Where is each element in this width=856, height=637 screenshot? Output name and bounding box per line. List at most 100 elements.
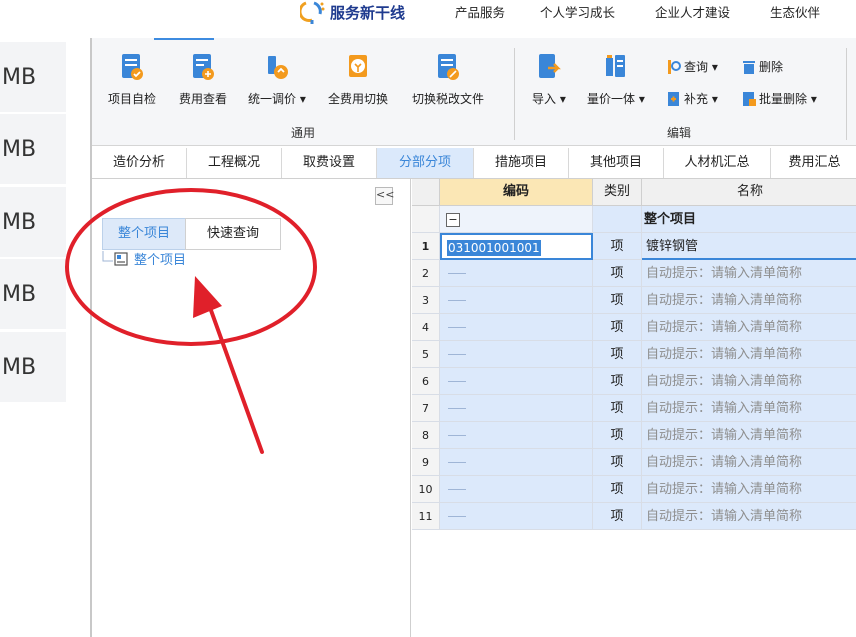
supplement-button[interactable]: 补充 ▾ bbox=[667, 90, 718, 107]
row-number: 6 bbox=[412, 368, 440, 395]
batch-delete-button[interactable]: 批量删除 ▾ bbox=[742, 90, 817, 107]
tab-labor-material-summary[interactable]: 人材机汇总 bbox=[664, 148, 771, 178]
full-cost-switch-button[interactable]: 全费用切换 bbox=[328, 52, 388, 107]
quantity-price-integration-button[interactable]: 量价一体 ▾ bbox=[587, 52, 645, 107]
code-input[interactable]: 031001001001 bbox=[440, 233, 593, 260]
code-cell[interactable] bbox=[440, 314, 593, 341]
grid-header-type[interactable]: 类别 bbox=[593, 179, 642, 206]
query-label: 查询 ▾ bbox=[684, 60, 718, 74]
type-cell[interactable]: 项 bbox=[593, 233, 642, 260]
name-cell[interactable]: 自动提示：请输入清单简称 bbox=[642, 422, 856, 449]
delete-button[interactable]: 删除 bbox=[742, 58, 783, 75]
table-row[interactable]: 1 031001001001 项 镀锌钢管 bbox=[412, 233, 856, 260]
row-number: 1 bbox=[412, 233, 440, 260]
table-row[interactable]: 3 项 自动提示：请输入清单简称 bbox=[412, 287, 856, 314]
code-cell[interactable] bbox=[440, 395, 593, 422]
type-cell[interactable]: 项 bbox=[593, 260, 642, 287]
name-cell[interactable]: 自动提示：请输入清单简称 bbox=[642, 260, 856, 287]
left-strip: MB MB MB MB MB bbox=[0, 38, 90, 637]
project-self-check-button[interactable]: 项目自检 bbox=[108, 52, 156, 107]
nav-product-services[interactable]: 产品服务 bbox=[455, 2, 505, 21]
mb-item: MB bbox=[0, 187, 66, 257]
name-cell[interactable]: 自动提示：请输入清单简称 bbox=[642, 341, 856, 368]
code-cell[interactable] bbox=[440, 422, 593, 449]
delete-label: 删除 bbox=[759, 60, 784, 74]
fee-view-button[interactable]: 费用查看 bbox=[179, 52, 227, 107]
collapse-button[interactable]: << bbox=[375, 187, 394, 205]
name-cell[interactable]: 自动提示：请输入清单简称 bbox=[642, 449, 856, 476]
code-cell[interactable] bbox=[440, 368, 593, 395]
grid-header-name[interactable]: 名称 bbox=[642, 179, 856, 206]
nav-enterprise-talent[interactable]: 企业人才建设 bbox=[655, 2, 730, 21]
unified-price-adjust-label: 统一调价 ▾ bbox=[248, 92, 306, 106]
type-cell[interactable]: 项 bbox=[593, 422, 642, 449]
type-cell[interactable]: 项 bbox=[593, 503, 642, 530]
import-button[interactable]: 导入 ▾ bbox=[532, 52, 566, 107]
nav-ecosystem-partners[interactable]: 生态伙伴 bbox=[770, 2, 820, 21]
type-cell[interactable]: 项 bbox=[593, 476, 642, 503]
subtab-whole-project[interactable]: 整个项目 bbox=[102, 218, 186, 250]
table-row[interactable]: 11 项 自动提示：请输入清单简称 bbox=[412, 503, 856, 530]
group-label-edit: 编辑 bbox=[667, 126, 692, 140]
type-cell[interactable]: 项 bbox=[593, 395, 642, 422]
project-node-icon bbox=[114, 251, 128, 266]
ribbon-active-indicator bbox=[154, 38, 214, 40]
query-button[interactable]: 查询 ▾ bbox=[667, 58, 718, 75]
name-cell[interactable]: 镀锌钢管 bbox=[642, 233, 856, 260]
table-row[interactable]: 10 项 自动提示：请输入清单简称 bbox=[412, 476, 856, 503]
name-cell[interactable]: 自动提示：请输入清单简称 bbox=[642, 476, 856, 503]
table-row[interactable]: 2 项 自动提示：请输入清单简称 bbox=[412, 260, 856, 287]
row-number: 3 bbox=[412, 287, 440, 314]
subtab-quick-query[interactable]: 快速查询 bbox=[185, 218, 281, 250]
table-row[interactable]: 8 项 自动提示：请输入清单简称 bbox=[412, 422, 856, 449]
table-row[interactable]: 9 项 自动提示：请输入清单简称 bbox=[412, 449, 856, 476]
unified-price-adjust-button[interactable]: 统一调价 ▾ bbox=[248, 52, 306, 107]
tab-cost-analysis[interactable]: 造价分析 bbox=[92, 148, 187, 178]
table-row[interactable]: 6 项 自动提示：请输入清单简称 bbox=[412, 368, 856, 395]
mb-item: MB bbox=[0, 42, 66, 112]
grid-group-row[interactable]: − 整个项目 bbox=[412, 206, 856, 233]
name-cell[interactable]: 自动提示：请输入清单简称 bbox=[642, 287, 856, 314]
type-cell[interactable]: 项 bbox=[593, 449, 642, 476]
grid-header-code[interactable]: 编码 bbox=[440, 179, 593, 206]
tab-project-overview[interactable]: 工程概况 bbox=[187, 148, 282, 178]
type-cell[interactable]: 项 bbox=[593, 314, 642, 341]
code-cell[interactable] bbox=[440, 341, 593, 368]
table-row[interactable]: 4 项 自动提示：请输入清单简称 bbox=[412, 314, 856, 341]
table-row[interactable]: 5 项 自动提示：请输入清单简称 bbox=[412, 341, 856, 368]
code-cell[interactable] bbox=[440, 260, 593, 287]
brand[interactable]: 服务新干线 bbox=[300, 0, 405, 24]
code-cell[interactable] bbox=[440, 287, 593, 314]
group-toggle-cell[interactable]: − bbox=[440, 206, 593, 233]
tab-fee-settings[interactable]: 取费设置 bbox=[282, 148, 377, 178]
row-number: 9 bbox=[412, 449, 440, 476]
import-icon bbox=[538, 54, 561, 78]
tab-cost-summary[interactable]: 费用汇总 bbox=[771, 148, 856, 178]
trash-icon bbox=[743, 60, 755, 74]
code-value: 031001001001 bbox=[447, 240, 541, 256]
brand-name: 服务新干线 bbox=[330, 3, 406, 22]
group-name: 整个项目 bbox=[644, 212, 697, 227]
code-cell[interactable] bbox=[440, 449, 593, 476]
name-cell[interactable]: 自动提示：请输入清单简称 bbox=[642, 395, 856, 422]
type-cell[interactable]: 项 bbox=[593, 368, 642, 395]
tab-sub-items[interactable]: 分部分项 bbox=[377, 148, 474, 178]
type-cell[interactable]: 项 bbox=[593, 287, 642, 314]
self-check-icon bbox=[122, 54, 143, 80]
name-cell[interactable]: 自动提示：请输入清单简称 bbox=[642, 503, 856, 530]
nav-personal-learning[interactable]: 个人学习成长 bbox=[540, 2, 615, 21]
quantity-price-label: 量价一体 ▾ bbox=[587, 92, 645, 106]
table-row[interactable]: 7 项 自动提示：请输入清单简称 bbox=[412, 395, 856, 422]
code-cell[interactable] bbox=[440, 476, 593, 503]
tree-root[interactable]: 整个项目 bbox=[102, 249, 186, 268]
collapse-toggle-icon[interactable]: − bbox=[446, 212, 460, 227]
tab-measures[interactable]: 措施项目 bbox=[474, 148, 569, 178]
tab-other-items[interactable]: 其他项目 bbox=[569, 148, 664, 178]
type-cell[interactable]: 项 bbox=[593, 341, 642, 368]
query-icon bbox=[668, 59, 681, 74]
code-cell[interactable] bbox=[440, 503, 593, 530]
name-cell[interactable]: 自动提示：请输入清单简称 bbox=[642, 368, 856, 395]
switch-tax-file-button[interactable]: 切换税改文件 bbox=[412, 52, 484, 107]
name-cell[interactable]: 自动提示：请输入清单简称 bbox=[642, 314, 856, 341]
tax-file-icon bbox=[438, 54, 459, 80]
